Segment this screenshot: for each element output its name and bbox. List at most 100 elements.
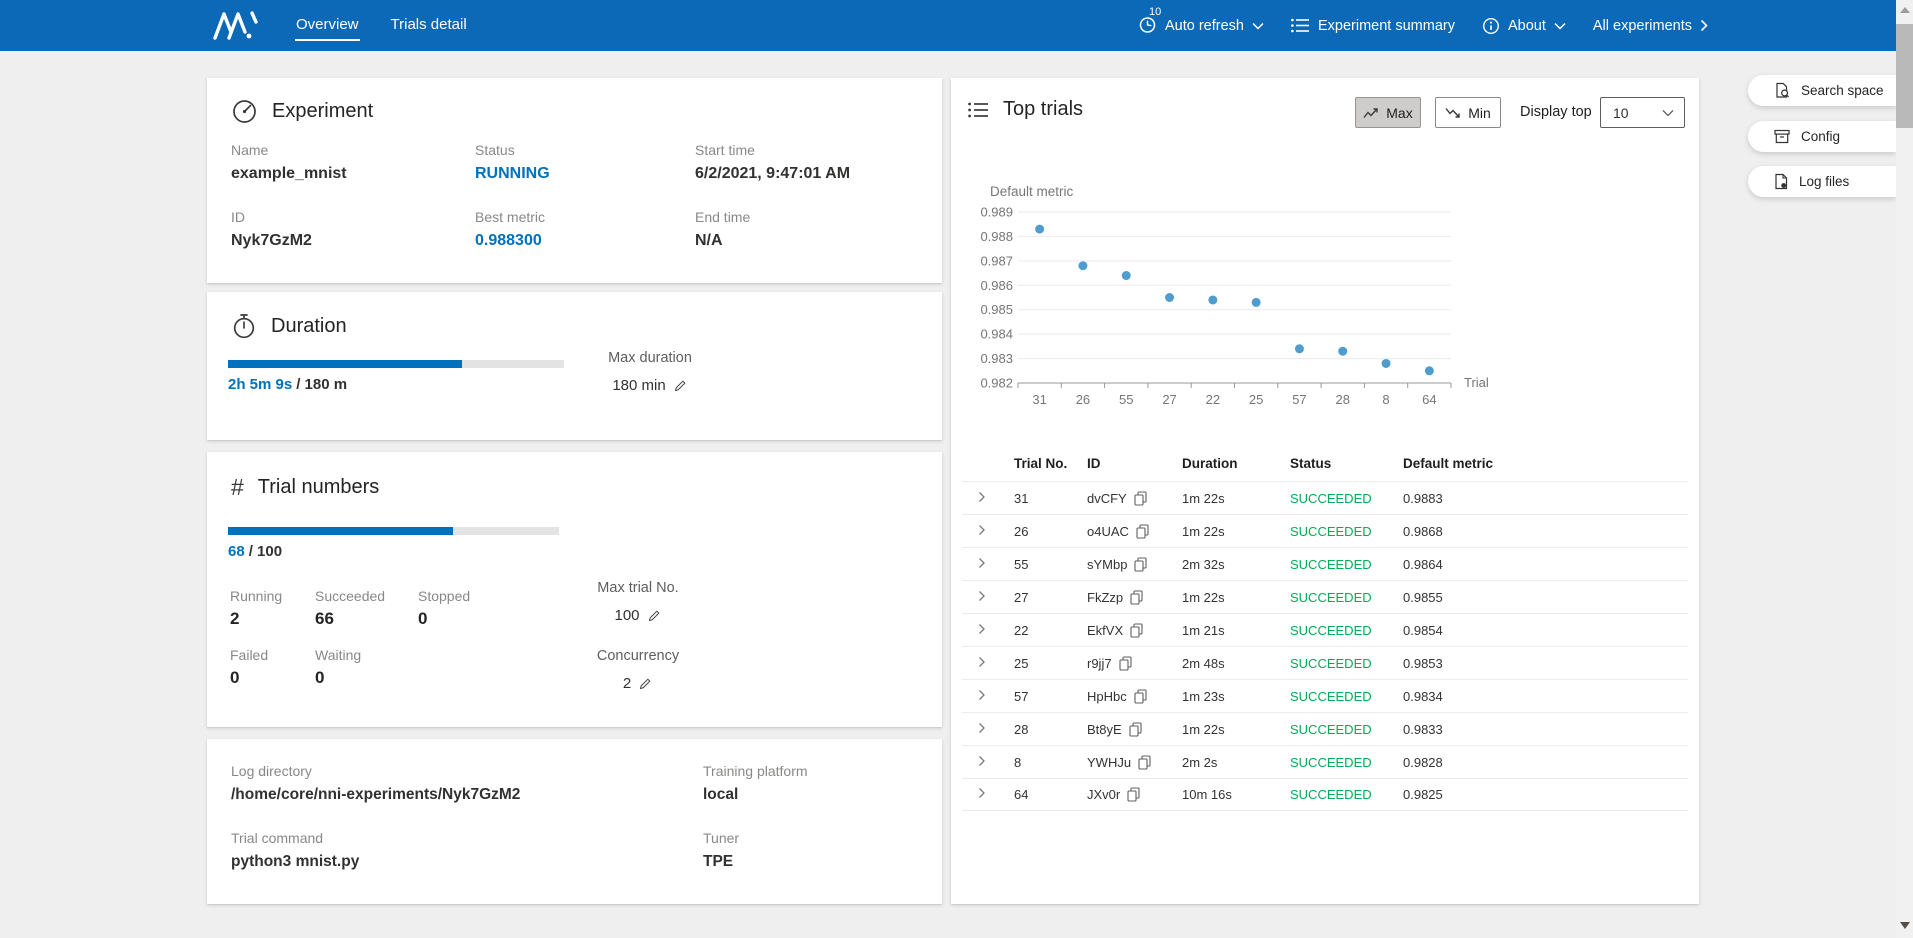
edit-icon[interactable] bbox=[647, 608, 662, 623]
table-row[interactable]: 26 o4UAC 1m 22s SUCCEEDED 0.9868 bbox=[962, 514, 1688, 547]
cell-default-metric: 0.9883 bbox=[1403, 491, 1688, 506]
trial-id: dvCFY bbox=[1087, 491, 1127, 506]
field-label: Name bbox=[231, 142, 475, 158]
config-button[interactable]: Config bbox=[1748, 121, 1896, 152]
page-scrollbar[interactable] bbox=[1896, 0, 1913, 938]
trials-total: / 100 bbox=[249, 543, 282, 560]
topbar-actions: 10 Auto refresh Experiment summary About… bbox=[1138, 0, 1708, 51]
experiment-summary-button[interactable]: Experiment summary bbox=[1291, 18, 1455, 34]
scrollbar-thumb[interactable] bbox=[1896, 24, 1913, 128]
cell-duration: 1m 22s bbox=[1182, 722, 1290, 737]
trial-stat: Succeeded 66 bbox=[315, 588, 418, 629]
field-label: Start time bbox=[695, 142, 922, 158]
row-expand-icon[interactable] bbox=[978, 557, 986, 569]
trial-id: sYMbp bbox=[1087, 557, 1127, 572]
max-button[interactable]: Max bbox=[1355, 97, 1421, 128]
cell-trial-no: 31 bbox=[1014, 491, 1087, 506]
tab-trials-detail[interactable]: Trials detail bbox=[390, 12, 468, 39]
copy-icon[interactable] bbox=[1130, 590, 1143, 605]
copy-icon[interactable] bbox=[1129, 722, 1142, 737]
cell-id: o4UAC bbox=[1087, 524, 1182, 539]
row-expand-icon[interactable] bbox=[978, 590, 986, 602]
log-files-button[interactable]: Log files bbox=[1748, 166, 1896, 197]
field-value: 0.988300 bbox=[475, 232, 695, 250]
copy-icon[interactable] bbox=[1127, 787, 1140, 802]
info-icon bbox=[1482, 17, 1500, 35]
copy-icon[interactable] bbox=[1134, 689, 1147, 704]
table-row[interactable]: 57 HpHbc 1m 23s SUCCEEDED 0.9834 bbox=[962, 679, 1688, 712]
about-menu[interactable]: About bbox=[1482, 17, 1566, 35]
field-value: local bbox=[703, 786, 922, 804]
config-label: Config bbox=[1801, 129, 1840, 144]
auto-refresh-interval-badge: 10 bbox=[1149, 6, 1161, 18]
duration-card-title: Duration bbox=[271, 315, 347, 338]
row-expand-icon[interactable] bbox=[978, 491, 986, 503]
row-expand-icon[interactable] bbox=[978, 524, 986, 536]
cell-status: SUCCEEDED bbox=[1290, 491, 1403, 506]
auto-refresh-label: Auto refresh bbox=[1165, 18, 1244, 34]
trial-id: JXv0r bbox=[1087, 787, 1120, 802]
row-expand-icon[interactable] bbox=[978, 722, 986, 734]
field-value: Nyk7GzM2 bbox=[231, 232, 475, 250]
copy-icon[interactable] bbox=[1130, 623, 1143, 638]
row-expand-icon[interactable] bbox=[978, 755, 986, 767]
auto-refresh-clock-icon: 10 bbox=[1138, 14, 1157, 38]
cell-status: SUCCEEDED bbox=[1290, 689, 1403, 704]
row-expand-icon[interactable] bbox=[978, 689, 986, 701]
experiment-field: ID Nyk7GzM2 bbox=[231, 209, 475, 250]
svg-text:0.988: 0.988 bbox=[980, 229, 1013, 244]
copy-icon[interactable] bbox=[1136, 524, 1149, 539]
row-expand-icon[interactable] bbox=[978, 656, 986, 668]
concurrency-label: Concurrency bbox=[579, 648, 697, 664]
auto-refresh-menu[interactable]: 10 Auto refresh bbox=[1138, 14, 1264, 38]
edit-icon[interactable] bbox=[673, 378, 688, 393]
row-expand-icon[interactable] bbox=[978, 623, 986, 635]
main-nav-tabs: Overview Trials detail bbox=[295, 0, 468, 51]
scrollbar-down-arrow[interactable] bbox=[1900, 922, 1910, 929]
search-space-button[interactable]: Search space bbox=[1748, 75, 1896, 106]
table-row[interactable]: 22 EkfVX 1m 21s SUCCEEDED 0.9854 bbox=[962, 613, 1688, 646]
cell-trial-no: 25 bbox=[1014, 656, 1087, 671]
copy-icon[interactable] bbox=[1134, 491, 1147, 506]
min-button[interactable]: Min bbox=[1435, 97, 1501, 128]
table-row[interactable]: 25 r9jj7 2m 48s SUCCEEDED 0.9853 bbox=[962, 646, 1688, 679]
svg-text:31: 31 bbox=[1032, 392, 1046, 407]
cell-duration: 1m 21s bbox=[1182, 623, 1290, 638]
tab-overview[interactable]: Overview bbox=[295, 12, 360, 39]
concurrency-value: 2 bbox=[623, 675, 631, 692]
table-row[interactable]: 64 JXv0r 10m 16s SUCCEEDED 0.9825 bbox=[962, 778, 1688, 811]
cell-id: r9jj7 bbox=[1087, 656, 1182, 671]
cell-duration: 2m 48s bbox=[1182, 656, 1290, 671]
table-row[interactable]: 28 Bt8yE 1m 22s SUCCEEDED 0.9833 bbox=[962, 712, 1688, 745]
copy-icon[interactable] bbox=[1138, 755, 1151, 770]
field-label: Trial command bbox=[231, 830, 703, 846]
field-value: 6/2/2021, 9:47:01 AM bbox=[695, 165, 922, 183]
display-top-select[interactable]: 10 bbox=[1600, 97, 1685, 128]
header-duration: Duration bbox=[1182, 456, 1290, 471]
svg-text:64: 64 bbox=[1422, 392, 1436, 407]
stat-value: 0 bbox=[315, 668, 418, 688]
cell-trial-no: 8 bbox=[1014, 755, 1087, 770]
copy-icon[interactable] bbox=[1134, 557, 1147, 572]
scrollbar-up-arrow[interactable] bbox=[1900, 7, 1910, 13]
field-value: /home/core/nni-experiments/Nyk7GzM2 bbox=[231, 786, 703, 804]
table-row[interactable]: 55 sYMbp 2m 32s SUCCEEDED 0.9864 bbox=[962, 547, 1688, 580]
cell-default-metric: 0.9864 bbox=[1403, 557, 1688, 572]
edit-icon[interactable] bbox=[638, 676, 653, 691]
display-top-label: Display top bbox=[1520, 104, 1592, 120]
row-expand-icon[interactable] bbox=[978, 787, 986, 799]
stat-value: 2 bbox=[230, 609, 315, 629]
cell-status: SUCCEEDED bbox=[1290, 557, 1403, 572]
table-row[interactable]: 8 YWHJu 2m 2s SUCCEEDED 0.9828 bbox=[962, 745, 1688, 778]
copy-icon[interactable] bbox=[1119, 656, 1132, 671]
cell-trial-no: 64 bbox=[1014, 787, 1087, 802]
all-experiments-link[interactable]: All experiments bbox=[1593, 18, 1708, 34]
table-row[interactable]: 31 dvCFY 1m 22s SUCCEEDED 0.9883 bbox=[962, 481, 1688, 514]
stat-label: Waiting bbox=[315, 647, 418, 663]
svg-text:0.985: 0.985 bbox=[980, 302, 1013, 317]
experiment-summary-label: Experiment summary bbox=[1318, 18, 1455, 34]
trial-id: r9jj7 bbox=[1087, 656, 1112, 671]
cell-id: JXv0r bbox=[1087, 787, 1182, 802]
cell-status: SUCCEEDED bbox=[1290, 722, 1403, 737]
table-row[interactable]: 27 FkZzp 1m 22s SUCCEEDED 0.9855 bbox=[962, 580, 1688, 613]
